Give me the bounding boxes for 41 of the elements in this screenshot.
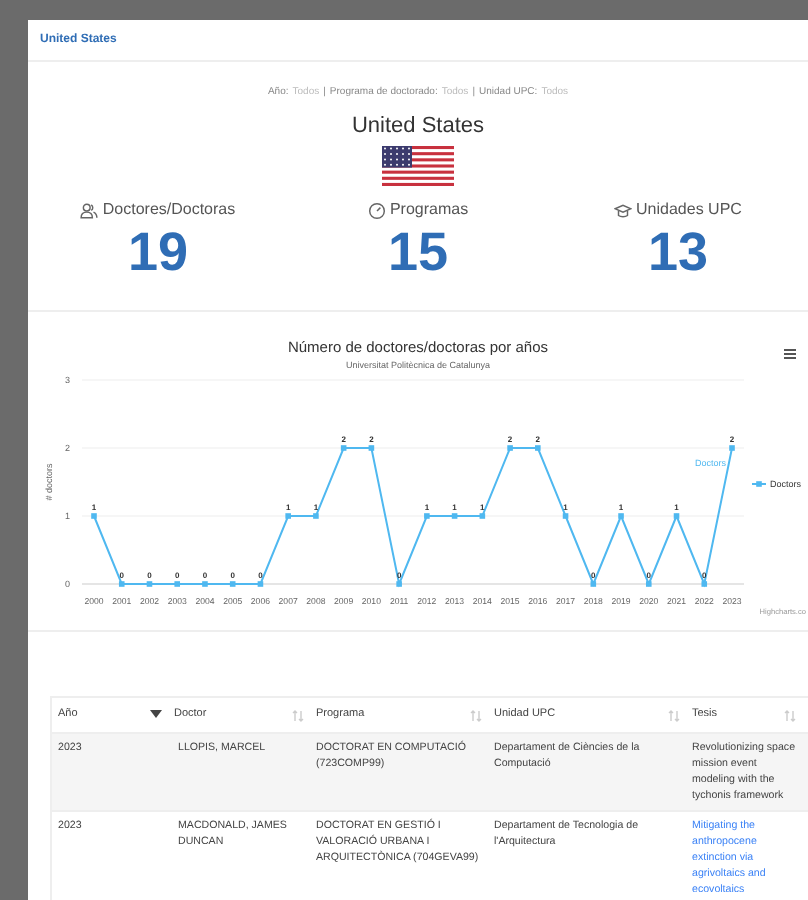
data-point [396,581,402,587]
stat-value: 19 [127,222,189,282]
country-name: United States [351,111,485,141]
data-point [646,581,652,587]
data-point [340,445,347,451]
flag-icon [382,146,454,186]
users-icon [80,201,99,219]
data-point [729,445,735,451]
data-point [701,581,708,587]
data-point [257,581,264,587]
sort-icon[interactable] [668,709,680,721]
stat-label: Programas [389,198,469,222]
stat-value: 15 [387,222,449,282]
gauge-icon [367,201,386,219]
data-point [91,513,97,519]
data-point [451,513,458,519]
data-point [618,513,624,519]
data-point [673,513,680,519]
data-point [174,581,180,587]
data-point [229,581,236,587]
data-point [118,581,125,587]
data-point [507,445,513,451]
data-point [479,513,486,519]
data-point [535,445,541,451]
menu-icon[interactable] [783,349,797,359]
data-point [590,581,597,587]
stat-label: Unidades UPC [636,198,742,222]
data-point [146,581,153,587]
stat-label: Doctores/Doctoras [102,198,236,222]
sort-icon[interactable] [784,709,796,721]
data-point [202,581,208,587]
sort-icon[interactable] [292,709,304,721]
data-point [424,513,430,519]
data-point [562,513,569,519]
data-point [285,513,291,519]
data-point [368,445,375,451]
sort-down-icon[interactable] [150,710,162,720]
data-point [313,513,319,519]
stat-value: 13 [647,222,709,282]
sort-icon[interactable] [470,709,482,721]
graduation-cap-icon [614,201,633,219]
